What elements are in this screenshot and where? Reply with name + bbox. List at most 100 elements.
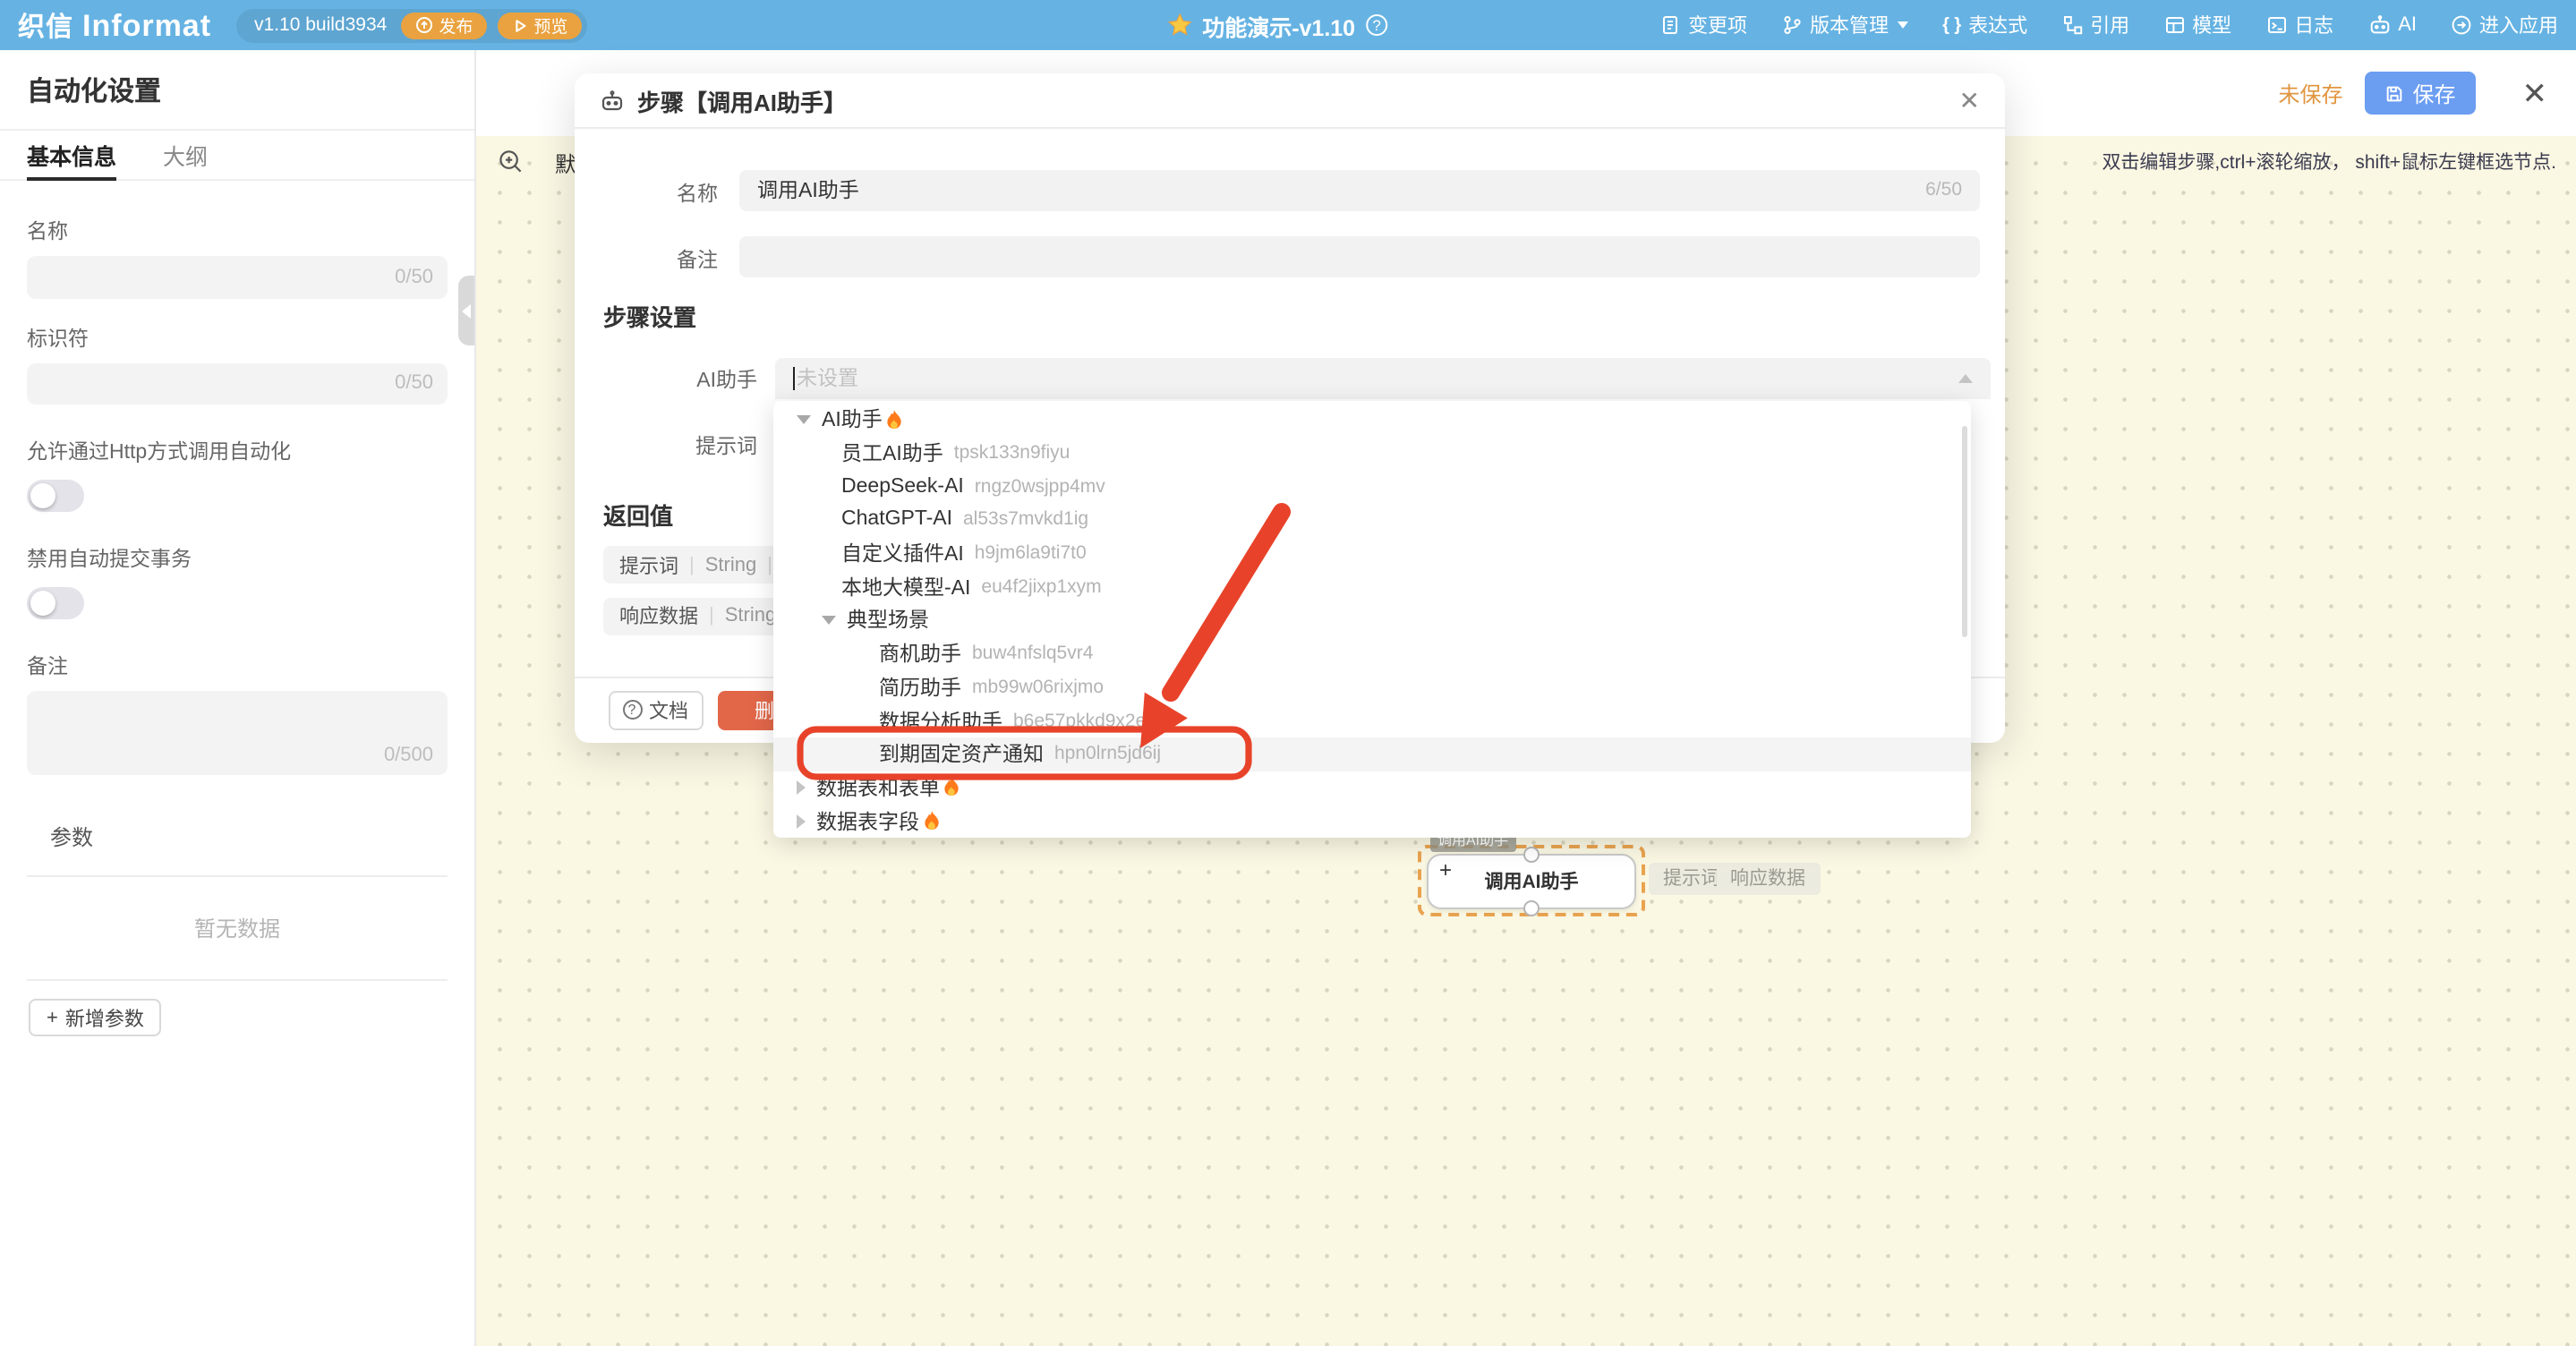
option-id: eu4f2jixp1xym [981,576,1101,598]
doc-button[interactable]: ? 文档 [608,690,703,729]
collapse-left-icon [462,303,471,318]
modal-name-value: 调用AI助手 [757,176,859,205]
chevron-down-icon [1898,21,1908,29]
option-label: AI助手 [822,405,883,434]
ai-dropdown-list: AI助手 员工AI助手 tpsk133n9fiyu DeepSeek-AI rn… [773,403,1971,837]
menu-reference[interactable]: 引用 [2061,11,2129,39]
menu-enter-app[interactable]: 进入应用 [2451,11,2558,39]
dropdown-scrollbar[interactable] [1962,425,1967,636]
return-values-heading: 返回值 [603,498,673,532]
fire-icon [943,778,960,797]
ai-assistant-label: AI助手 [628,365,757,394]
preview-button[interactable]: 预览 [498,12,582,38]
dropdown-option[interactable]: 商机助手 buw4nfslq5vr4 [773,637,1971,670]
modal-name-label: 名称 [589,179,718,208]
menu-changes[interactable]: 变更项 [1659,11,1747,39]
dropdown-option[interactable]: 简历助手 mb99w06rixjmo [773,670,1971,703]
dropdown-option[interactable]: 本地大模型-AI eu4f2jixp1xym [773,570,1971,603]
sidebar-collapse-handle[interactable] [458,276,474,345]
prompt-label: 提示词 [628,431,757,460]
help-icon: ? [622,700,642,720]
ai-select-placeholder: 未设置 [797,364,858,393]
canvas-hint-text: 双击编辑步骤,ctrl+滚轮缩放， shift+鼠标左键框选节点. [2102,149,2556,175]
tree-caret-icon[interactable] [797,415,811,424]
option-id: h9jm6la9ti7t0 [975,542,1087,564]
dropdown-option[interactable]: AI助手 [773,403,1971,436]
remark-field-label: 备注 [27,652,448,680]
toggle-knob [30,483,55,508]
dropdown-option[interactable]: 自定义插件AI h9jm6la9ti7t0 [773,537,1971,570]
publish-button[interactable]: 发布 [401,12,487,38]
params-section-title: 参数 [50,822,474,852]
robot-icon [2367,14,2391,36]
tree-caret-icon[interactable] [797,814,806,828]
fire-icon [923,811,939,831]
modal-title: 步骤【调用AI助手】 [637,83,847,117]
menu-model[interactable]: 模型 [2163,11,2231,39]
tab-basic-info[interactable]: 基本信息 [27,131,116,179]
enter-app-icon [2451,14,2472,36]
modal-remark-label: 备注 [589,245,718,274]
name-field-label: 名称 [27,217,448,245]
reference-icon [2061,14,2083,36]
log-terminal-icon [2265,14,2287,36]
node-plus-icon[interactable]: + [1439,856,1452,882]
remark-textarea[interactable]: 0/500 [27,691,448,775]
pill-separator: | [767,554,772,575]
app-logo[interactable]: 织信 Informat [18,6,211,44]
dropdown-option[interactable]: 数据表和表单 [773,771,1971,804]
help-icon[interactable]: ? [1366,14,1387,36]
dropdown-option[interactable]: 数据表字段 [773,805,1971,838]
identifier-input[interactable]: 0/50 [27,362,448,405]
http-toggle[interactable] [27,480,84,512]
menu-expression[interactable]: { } 表达式 [1942,11,2027,39]
tree-caret-icon[interactable] [822,616,836,625]
add-param-button[interactable]: + 新增参数 [29,999,162,1036]
automation-settings-panel: 自动化设置 基本信息 大纲 名称 0/50 标识符 0/50 允许通过Http方… [0,50,476,1346]
option-label: DeepSeek-AI [841,475,964,497]
option-id: tpsk133n9fiyu [954,442,1070,464]
save-button[interactable]: 保存 [2364,72,2475,115]
dropdown-option[interactable]: ChatGPT-AI al53s7mvkd1ig [773,503,1971,536]
dropdown-option[interactable]: 数据分析助手 b6e57pkkd9x2e [773,703,1971,737]
logo-cn: 织信 [18,6,73,44]
tab-outline[interactable]: 大纲 [163,131,208,179]
dropdown-option[interactable]: 典型场景 [773,603,1971,636]
play-icon [512,17,528,33]
menu-ai[interactable]: AI [2367,14,2417,36]
dropdown-option[interactable]: DeepSeek-AI rngz0wsjpp4mv [773,470,1971,503]
zoom-in-icon[interactable] [498,149,525,175]
panel-tabs: 基本信息 大纲 [0,131,474,181]
close-icon[interactable]: ✕ [2522,78,2548,108]
menu-log[interactable]: 日志 [2265,11,2333,39]
ai-assistant-select[interactable]: 未设置 [775,357,1991,399]
option-label: 自定义插件AI [841,539,964,567]
modal-remark-input[interactable] [739,235,1980,277]
modal-name-counter: 6/50 [1925,180,1962,201]
name-input[interactable]: 0/50 [27,256,448,298]
node-port-top[interactable] [1523,846,1540,862]
model-table-icon [2163,14,2185,36]
params-empty-text: 暂无数据 [0,913,474,943]
modal-name-input[interactable]: 调用AI助手 6/50 [739,169,1980,211]
option-id: rngz0wsjpp4mv [975,475,1105,497]
node-port-bottom[interactable] [1523,900,1540,916]
option-label: 典型场景 [847,606,929,635]
app-title: 功能演示-v1.10 ? [1166,8,1387,42]
menu-version-management[interactable]: 版本管理 [1781,11,1908,39]
modal-close-icon[interactable]: ✕ [1959,85,1980,115]
step-settings-heading: 步骤设置 [603,299,696,333]
fire-icon [886,410,902,430]
canvas-mode-label: 默 [555,149,576,179]
version-text: v1.10 build3934 [254,14,387,36]
transaction-toggle[interactable] [27,587,84,619]
divider [27,979,448,981]
divider [27,875,448,877]
tree-caret-icon[interactable] [797,780,806,795]
node-output-response-pill[interactable]: 响应数据 [1716,862,1820,894]
option-id: buw4nfslq5vr4 [972,643,1093,664]
dropdown-option[interactable]: 员工AI助手 tpsk133n9fiyu [773,436,1971,469]
http-toggle-label: 允许通过Http方式调用自动化 [27,437,448,465]
dropdown-option[interactable]: 到期固定资产通知 hpn0lrn5jd6ij [773,737,1971,771]
plus-icon: + [47,1007,58,1028]
